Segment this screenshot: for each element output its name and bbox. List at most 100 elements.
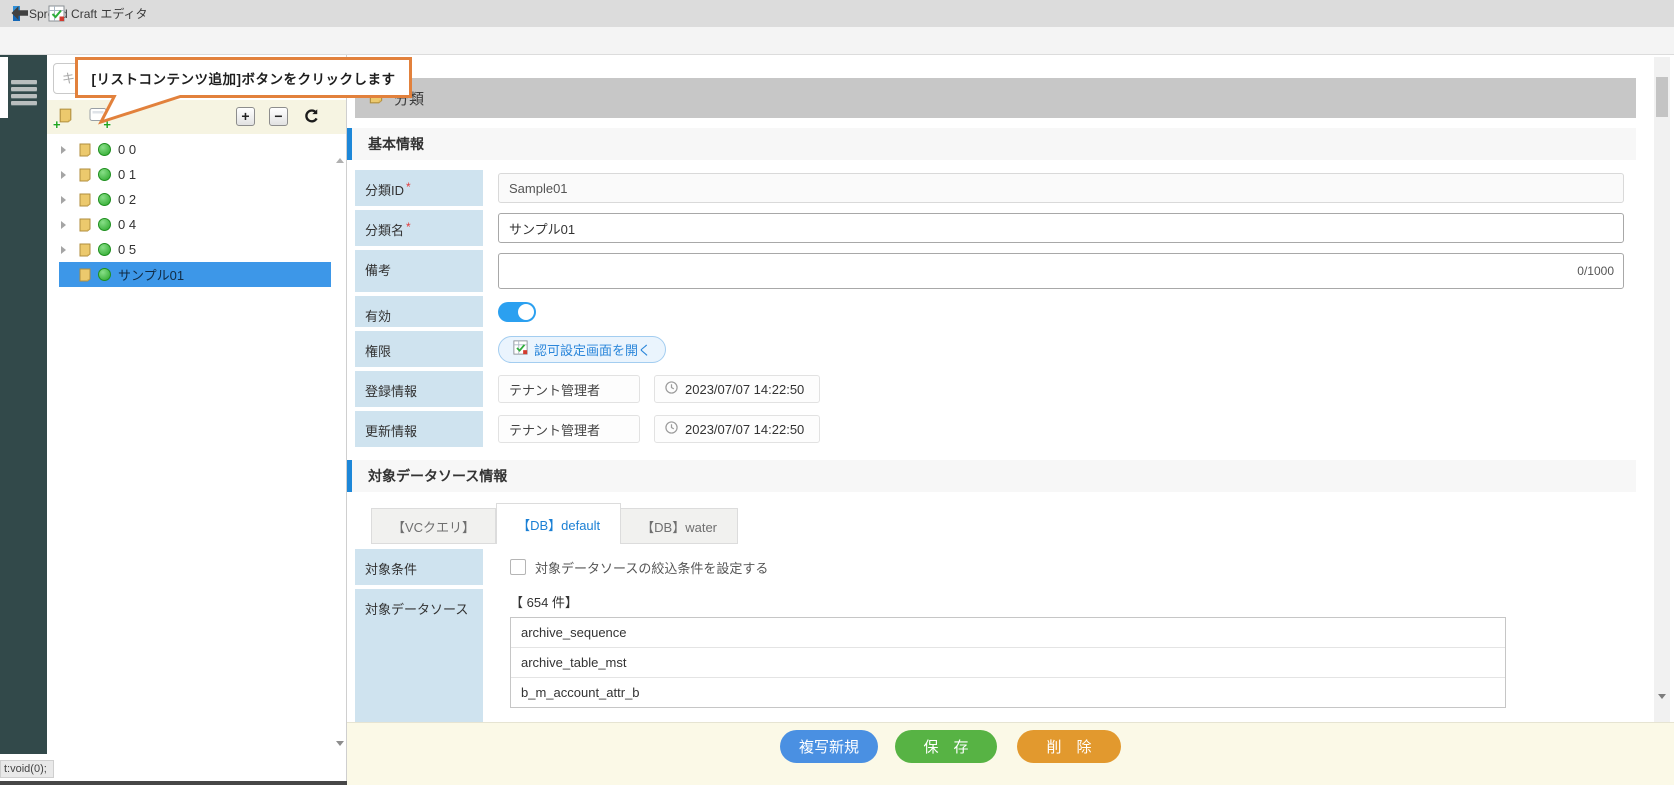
tree-item[interactable]: 0 1 (59, 162, 331, 187)
form-row-enabled: 有効 (355, 296, 1624, 327)
clock-icon (665, 381, 678, 397)
scroll-down-arrow[interactable] (1658, 699, 1666, 717)
datasource-list: archive_sequence archive_table_mst b_m_a… (510, 617, 1506, 708)
tree-item-label: 0 1 (118, 167, 136, 182)
target-datasource-row: 対象データソース 【 654 件】 archive_sequence archi… (355, 589, 1512, 722)
updated-label: 更新情報 (365, 424, 417, 439)
list-item[interactable]: b_m_account_attr_b (511, 678, 1505, 707)
tree-scroll-up-arrow[interactable] (336, 141, 344, 159)
required-asterisk: * (406, 180, 411, 194)
clock-icon (665, 421, 678, 437)
open-authorization-label: 認可設定画面を開く (534, 340, 651, 359)
form-row-permission: 権限 認可設定画面を開く (355, 331, 1624, 367)
tree-panel: + + + − 0 0 (47, 55, 347, 785)
tree-item-label: 0 0 (118, 142, 136, 157)
folder-icon (77, 242, 93, 258)
spreadsheet-check-icon (48, 9, 65, 26)
main-scrollbar[interactable] (1654, 57, 1670, 722)
main-content: 分類 基本情報 分類ID* 分類名* 備考 0/1000 (347, 55, 1654, 722)
bottom-edge-line (0, 781, 347, 785)
copy-new-button[interactable]: 複写新規 (780, 730, 878, 763)
datasource-table: 対象条件 対象データソースの絞込条件を設定する 対象データソース 【 654 件… (355, 549, 1512, 722)
list-item[interactable]: archive_sequence (511, 618, 1505, 648)
tree-item[interactable]: 0 2 (59, 187, 331, 212)
enabled-toggle[interactable] (498, 302, 536, 322)
tab-db-default[interactable]: 【DB】default (496, 503, 621, 544)
spreadsheet-check-toolbar-button[interactable] (48, 5, 65, 22)
updated-user-box: テナント管理者 (498, 415, 640, 443)
back-button[interactable] (10, 5, 30, 22)
category-name-input[interactable] (498, 213, 1624, 243)
folder-icon (77, 217, 93, 233)
add-category-button[interactable]: + (57, 107, 77, 127)
registered-user-box: テナント管理者 (498, 375, 640, 403)
tree-refresh-button[interactable] (303, 108, 323, 128)
delete-button[interactable]: 削 除 (1017, 730, 1121, 763)
expand-arrow-icon[interactable] (61, 171, 77, 179)
datasource-count: 【 654 件】 (510, 589, 1512, 611)
basic-info-form: 分類ID* 分類名* 備考 0/1000 有効 (355, 170, 1624, 447)
page-header: 分類 (355, 78, 1636, 118)
expand-arrow-icon[interactable] (61, 221, 77, 229)
tree-item-label: 0 2 (118, 192, 136, 207)
status-dot-icon (98, 218, 111, 231)
folder-icon (77, 192, 93, 208)
tree-item[interactable]: 0 0 (59, 137, 331, 162)
title-bar: Spread Craft エディタ (0, 0, 1674, 27)
status-dot-icon (98, 193, 111, 206)
expand-arrow-icon[interactable] (61, 196, 77, 204)
folder-icon (77, 167, 93, 183)
remarks-input[interactable] (498, 253, 1624, 289)
updated-time-box: 2023/07/07 14:22:50 (654, 415, 820, 443)
footer-bar: 複写新規 保 存 削 除 (347, 722, 1674, 785)
status-dot-icon (98, 243, 111, 256)
tree-item[interactable]: 0 4 (59, 212, 331, 237)
expand-arrow-icon[interactable] (61, 146, 77, 154)
tree-item-label: 0 4 (118, 217, 136, 232)
datasource-title: 対象データソース情報 (368, 466, 507, 486)
char-counter: 0/1000 (1577, 264, 1614, 278)
datasource-section-header: 対象データソース情報 (347, 460, 1636, 492)
status-dot-icon (98, 168, 111, 181)
registered-user: テナント管理者 (509, 380, 600, 399)
datasource-tabs: 【VCクエリ】 【DB】default 【DB】water (371, 503, 738, 544)
condition-checkbox[interactable] (510, 559, 526, 575)
tree-expand-all-button[interactable]: + (236, 107, 255, 126)
enabled-label: 有効 (365, 309, 391, 324)
category-name-label: 分類名 (365, 223, 404, 238)
folder-icon (77, 142, 93, 158)
callout-tail (85, 95, 195, 130)
menu-button[interactable] (11, 80, 37, 108)
category-id-input[interactable] (498, 173, 1624, 203)
form-row-category-name: 分類名* (355, 210, 1624, 246)
tree-item-label: 0 5 (118, 242, 136, 257)
basic-info-title: 基本情報 (368, 134, 424, 154)
tree-collapse-all-button[interactable]: − (269, 107, 288, 126)
condition-checkbox-label: 対象データソースの絞込条件を設定する (535, 558, 768, 577)
category-id-label: 分類ID (365, 183, 404, 198)
open-authorization-button[interactable]: 認可設定画面を開く (498, 336, 666, 363)
tab-db-water[interactable]: 【DB】water (621, 508, 738, 544)
tree-scroll-down-arrow[interactable] (336, 746, 344, 764)
tab-vc-query[interactable]: 【VCクエリ】 (371, 508, 496, 544)
save-button[interactable]: 保 存 (895, 730, 997, 763)
updated-user: テナント管理者 (509, 420, 600, 439)
left-rail (0, 55, 47, 754)
updated-time: 2023/07/07 14:22:50 (685, 422, 804, 437)
callout-text: [リストコンテンツ追加]ボタンをクリックします (92, 68, 396, 88)
expand-arrow-icon[interactable] (61, 246, 77, 254)
tree-item-selected[interactable]: サンプル01 (59, 262, 331, 287)
remarks-label: 備考 (365, 263, 391, 278)
tree-item[interactable]: 0 5 (59, 237, 331, 262)
registered-time: 2023/07/07 14:22:50 (685, 382, 804, 397)
registered-time-box: 2023/07/07 14:22:50 (654, 375, 820, 403)
folder-plus-icon: + (57, 107, 77, 129)
rail-notch (0, 57, 8, 118)
permission-label: 権限 (365, 344, 391, 359)
target-datasource-label: 対象データソース (365, 602, 468, 617)
status-dot-icon (98, 268, 111, 281)
scrollbar-thumb[interactable] (1656, 77, 1668, 117)
condition-label: 対象条件 (365, 562, 417, 577)
list-item[interactable]: archive_table_mst (511, 648, 1505, 678)
required-asterisk: * (406, 220, 411, 234)
